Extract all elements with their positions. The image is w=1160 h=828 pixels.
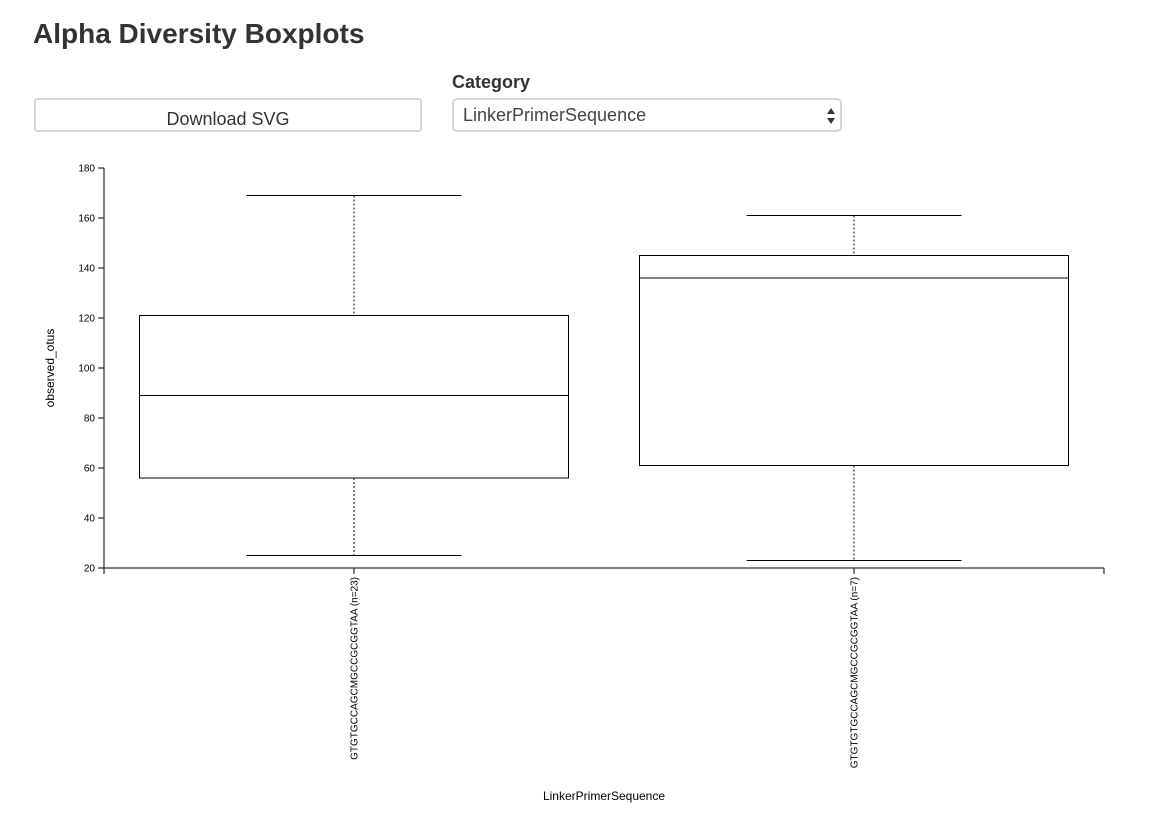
x-tick-label: GTGTGCCAGCMGCCGCGGTAA (n=23) [350, 577, 361, 760]
y-tick-label: 20 [84, 564, 96, 575]
y-axis: 20 40 60 80 100 120 140 160 180 [78, 164, 105, 575]
x-axis-title: LinkerPrimerSequence [543, 789, 665, 803]
y-tick-label: 180 [78, 164, 95, 175]
boxplot-chart: 20 40 60 80 100 120 140 160 180 GTGTGCCAGCMGCCGC… [43, 164, 1105, 803]
x-axis: GTGTGCCAGCMGCCGCGGTAA (n=23) GTGTGTGCCAGC… [103, 567, 1105, 768]
y-tick-label: 140 [78, 264, 95, 275]
y-tick-label: 100 [78, 364, 95, 375]
iqr-box [639, 255, 1069, 466]
boxes [139, 195, 1069, 561]
boxplot-group [139, 195, 569, 556]
y-tick-label: 60 [84, 464, 96, 475]
y-axis-title: observed_otus [43, 329, 57, 408]
y-tick-label: 120 [78, 314, 95, 325]
x-tick-label: GTGTGTGCCAGCMGCCGCGGTAA (n=7) [850, 577, 861, 768]
y-tick-label: 160 [78, 214, 95, 225]
boxplot-group [639, 215, 1069, 561]
iqr-box [139, 315, 569, 479]
y-tick-label: 40 [84, 514, 96, 525]
y-tick-label: 80 [84, 414, 96, 425]
